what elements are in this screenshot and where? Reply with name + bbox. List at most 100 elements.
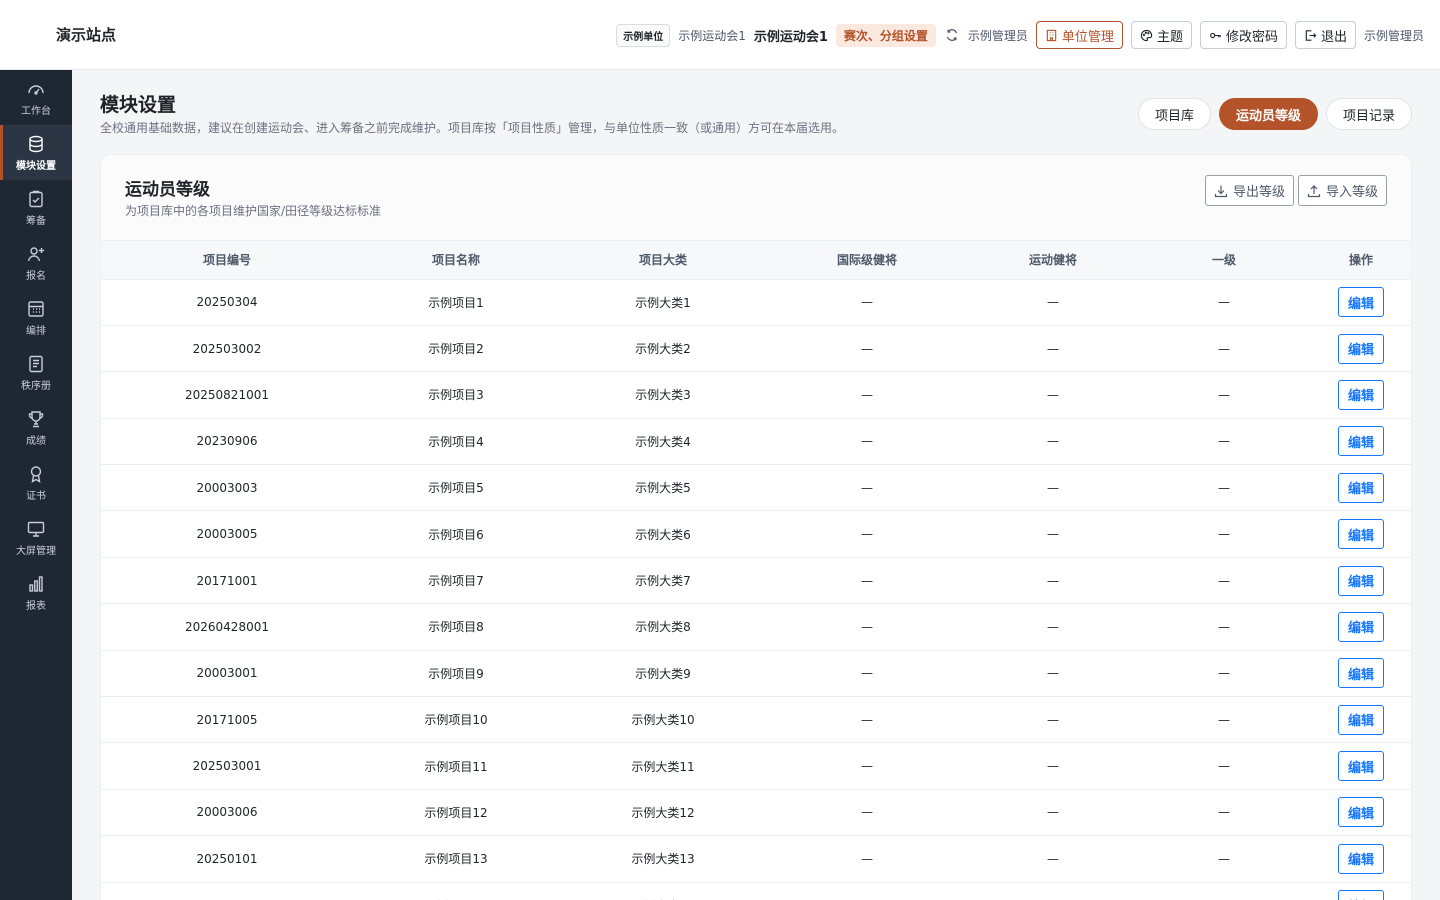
table-cell: 示例项目4 xyxy=(353,418,559,466)
table-cell-actions: 编辑 xyxy=(1309,418,1411,466)
edit-button[interactable]: 编辑 xyxy=(1338,472,1384,503)
edit-button[interactable]: 编辑 xyxy=(1338,287,1384,318)
table-cell: 示例大类8 xyxy=(559,603,767,651)
sidebar-item-label: 成绩 xyxy=(26,435,46,447)
table-header-row: 项目编号 项目名称 项目大类 国际级健将 运动健将 一级 操作 xyxy=(101,241,1411,280)
table-cell: 20003006 xyxy=(101,789,353,837)
column-header: 项目名称 xyxy=(353,241,559,280)
theme-label: 主题 xyxy=(1156,28,1183,44)
refresh-icon[interactable] xyxy=(944,27,960,43)
table-cell: — xyxy=(967,418,1139,466)
table-cell: — xyxy=(967,882,1139,900)
card-actions: 导出等级 导入等级 xyxy=(1204,175,1387,206)
table-cell: 示例项目2 xyxy=(353,325,559,373)
user-name[interactable]: 示例管理员 xyxy=(1364,27,1424,44)
unit-manage-button[interactable]: 单位管理 xyxy=(1035,21,1123,49)
table-cell: 20171001 xyxy=(101,557,353,605)
table-row: 202503001 示例项目11 示例大类11— — — 编辑 xyxy=(101,742,1411,790)
table-cell: — xyxy=(967,371,1139,419)
sidebar-item-schedule[interactable]: 编排 xyxy=(0,290,72,345)
meet-name-small: 示例运动会1 xyxy=(678,28,746,43)
edit-button[interactable]: 编辑 xyxy=(1338,843,1384,874)
table-cell: — xyxy=(1139,279,1309,326)
module-tabs: 项目库 运动员等级 项目记录 xyxy=(1137,98,1412,130)
table-row: 20003005 示例项目6 示例大类6— — — 编辑 xyxy=(101,510,1411,558)
trophy-icon xyxy=(28,410,44,427)
table-cell: 20003004 xyxy=(101,882,353,900)
table-cell: 20250821001 xyxy=(101,371,353,419)
sidebar-item-dashboard[interactable]: 工作台 xyxy=(0,70,72,125)
table-cell: — xyxy=(767,279,967,326)
edit-button[interactable]: 编辑 xyxy=(1338,890,1384,900)
sidebar-item-registration[interactable]: 报名 xyxy=(0,235,72,290)
table-cell-actions: 编辑 xyxy=(1309,557,1411,605)
tab-project-library[interactable]: 项目库 xyxy=(1137,98,1211,130)
table-cell-actions: 编辑 xyxy=(1309,603,1411,651)
table-cell: 示例大类2 xyxy=(559,325,767,373)
stage-tag[interactable]: 赛次、分组设置 xyxy=(835,23,936,47)
table-cell: 示例项目9 xyxy=(353,650,559,698)
edit-button[interactable]: 编辑 xyxy=(1338,611,1384,642)
logout-button[interactable]: 退出 xyxy=(1294,21,1356,49)
table-cell: 20250101 xyxy=(101,835,353,883)
unit-badge[interactable]: 示例单位 xyxy=(616,23,671,47)
table-cell: 示例项目3 xyxy=(353,371,559,419)
unit-manage-label: 单位管理 xyxy=(1061,28,1114,44)
sidebar-item-module-settings[interactable]: 模块设置 xyxy=(0,125,72,180)
table-cell: 20250304 xyxy=(101,279,353,326)
card-title: 运动员等级 xyxy=(125,180,210,200)
table-cell: 示例项目5 xyxy=(353,464,559,512)
book-icon xyxy=(29,355,43,372)
table-cell: 示例大类9 xyxy=(559,650,767,698)
export-levels-label: 导出等级 xyxy=(1232,184,1285,199)
table-cell-actions: 编辑 xyxy=(1309,279,1411,326)
edit-button[interactable]: 编辑 xyxy=(1338,379,1384,410)
edit-button[interactable]: 编辑 xyxy=(1338,797,1384,828)
table-cell: 20003003 xyxy=(101,464,353,512)
table-cell: 示例大类13 xyxy=(559,835,767,883)
sidebar-item-results[interactable]: 成绩 xyxy=(0,400,72,455)
sidebar-item-preparation[interactable]: 筹备 xyxy=(0,180,72,235)
table-row: 20250304 示例项目1 示例大类1— — — 编辑 xyxy=(101,279,1411,326)
table-cell: 示例项目8 xyxy=(353,603,559,651)
table-cell: 示例大类12 xyxy=(559,789,767,837)
current-meet-name[interactable]: 示例运动会1 xyxy=(754,26,828,45)
export-levels-button[interactable]: 导出等级 xyxy=(1204,175,1294,206)
table-row: 202503002 示例项目2 示例大类2— — — 编辑 xyxy=(101,325,1411,373)
table-cell: 示例大类3 xyxy=(559,371,767,419)
table-cell: — xyxy=(767,464,967,512)
sidebar-item-reports[interactable]: 报表 xyxy=(0,565,72,620)
upload-icon xyxy=(1307,184,1321,197)
table-cell: — xyxy=(767,742,967,790)
sidebar: 工作台 模块设置 筹备 报名 编排 秩序册 成绩 证书 大屏管理 报表 xyxy=(0,70,72,900)
edit-button[interactable]: 编辑 xyxy=(1338,704,1384,735)
table-cell: — xyxy=(767,325,967,373)
table-cell: — xyxy=(967,650,1139,698)
athlete-levels-card: 运动员等级 为项目库中的各项目维护国家/田径等级达标标准 导出等级 导入等级 项… xyxy=(100,154,1412,900)
table-cell-actions: 编辑 xyxy=(1309,464,1411,512)
table-cell: 示例大类14 xyxy=(559,882,767,900)
calendar-grid-icon xyxy=(28,300,44,317)
tab-athlete-levels[interactable]: 运动员等级 xyxy=(1218,98,1318,130)
theme-button[interactable]: 主题 xyxy=(1130,21,1192,49)
edit-button[interactable]: 编辑 xyxy=(1338,751,1384,782)
table-cell: 20171005 xyxy=(101,696,353,744)
table-cell: — xyxy=(1139,418,1309,466)
table-cell-actions: 编辑 xyxy=(1309,510,1411,558)
table-cell: — xyxy=(967,510,1139,558)
edit-button[interactable]: 编辑 xyxy=(1338,333,1384,364)
change-password-button[interactable]: 修改密码 xyxy=(1199,21,1287,49)
page-subtitle: 全校通用基础数据，建议在创建运动会、进入筹备之前完成维护。项目库按「项目性质」管… xyxy=(100,121,845,135)
building-icon xyxy=(1046,29,1057,41)
edit-button[interactable]: 编辑 xyxy=(1338,565,1384,596)
tab-project-records[interactable]: 项目记录 xyxy=(1325,98,1412,130)
sidebar-item-program-book[interactable]: 秩序册 xyxy=(0,345,72,400)
table-cell: — xyxy=(1139,371,1309,419)
sidebar-item-big-screen[interactable]: 大屏管理 xyxy=(0,510,72,565)
edit-button[interactable]: 编辑 xyxy=(1338,426,1384,457)
edit-button[interactable]: 编辑 xyxy=(1338,658,1384,689)
edit-button[interactable]: 编辑 xyxy=(1338,519,1384,550)
sidebar-item-certificates[interactable]: 证书 xyxy=(0,455,72,510)
table-cell: — xyxy=(967,603,1139,651)
import-levels-button[interactable]: 导入等级 xyxy=(1297,175,1387,206)
